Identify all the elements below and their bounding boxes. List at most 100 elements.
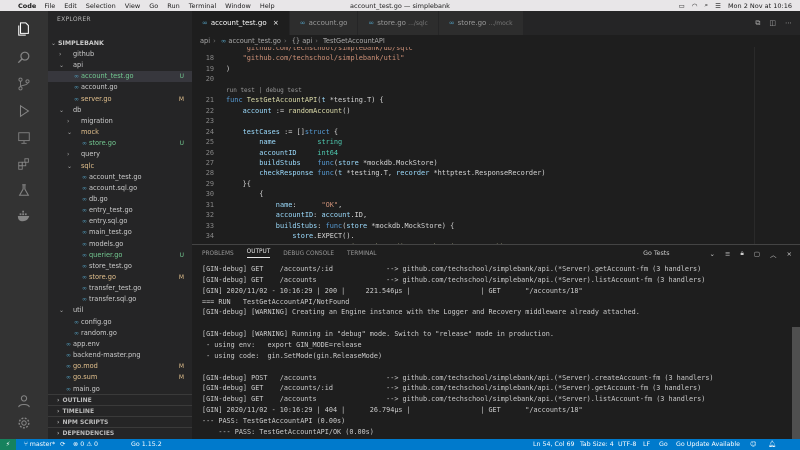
breadcrumb-item[interactable]: {} api	[292, 37, 313, 45]
file-item[interactable]: ∞ db.go	[48, 194, 192, 205]
tab-account-test-go[interactable]: ∞ account_test.go ×	[192, 11, 290, 35]
maximize-panel-icon[interactable]: ︿	[770, 249, 777, 259]
code-editor[interactable]: "github.com/techschool/simplebank/db/sql…	[192, 47, 800, 244]
breadcrumb-item[interactable]: api	[200, 37, 210, 45]
file-item[interactable]: ∞ store.go M	[48, 272, 192, 283]
menu-selection[interactable]: Selection	[86, 2, 116, 10]
folder-item[interactable]: › query	[48, 149, 192, 160]
file-item[interactable]: ∞ transfer_test.go	[48, 283, 192, 294]
close-panel-icon[interactable]: ×	[787, 250, 792, 258]
menu-go[interactable]: Go	[149, 2, 158, 10]
folder-item[interactable]: ⌄ db	[48, 105, 192, 116]
sync-icon[interactable]: ⟳	[60, 439, 65, 450]
settings-gear-icon[interactable]	[12, 413, 36, 433]
file-item[interactable]: ∞ store_test.go	[48, 261, 192, 272]
file-item[interactable]: ∞ querier.go U	[48, 250, 192, 261]
breadcrumb-item[interactable]: account_test.go	[228, 37, 281, 45]
section-outline[interactable]: › OUTLINE	[48, 394, 192, 405]
menu-app-name[interactable]: Code	[18, 2, 36, 10]
menu-edit[interactable]: Edit	[64, 2, 77, 10]
cursor-position[interactable]: Ln 54, Col 69	[533, 439, 575, 450]
chevron-down-icon[interactable]: ⌄	[710, 250, 715, 258]
file-item[interactable]: ∞ go.sum M	[48, 372, 192, 383]
file-item[interactable]: ∞ store.go U	[48, 138, 192, 149]
file-item[interactable]: ∞ server.go M	[48, 94, 192, 105]
problems-indicator[interactable]: ⊗ 0 ⚠ 0	[73, 439, 98, 450]
control-center-icon[interactable]: ☰	[715, 2, 721, 10]
menu-window[interactable]: Window	[225, 2, 251, 10]
project-root-folder[interactable]: ⌄ SIMPLEBANK	[48, 38, 192, 49]
tab-terminal[interactable]: TERMINAL	[347, 251, 376, 257]
run-debug-icon[interactable]	[12, 101, 36, 121]
git-branch[interactable]: ⑂ master*	[24, 439, 55, 450]
output-channel-select[interactable]: Go Tests	[643, 250, 669, 257]
clear-output-icon[interactable]: ≡	[725, 250, 730, 258]
file-item[interactable]: ∞ entry_test.go	[48, 205, 192, 216]
tab-problems[interactable]: PROBLEMS	[202, 251, 234, 257]
file-item[interactable]: ∞ app.env	[48, 339, 192, 350]
account-icon[interactable]	[12, 391, 36, 411]
go-update-available[interactable]: Go Update Available	[676, 439, 740, 450]
explorer-icon[interactable]	[12, 19, 36, 39]
folder-item[interactable]: ⌄ sqlc	[48, 161, 192, 172]
file-item[interactable]: ∞ transfer.sql.go	[48, 294, 192, 305]
notifications-bell-icon[interactable]: 🔔︎	[768, 439, 776, 450]
source-control-icon[interactable]	[12, 74, 36, 94]
codelens-run-debug[interactable]: run test | debug test	[192, 87, 302, 94]
encoding[interactable]: UTF-8	[618, 439, 636, 450]
folder-item[interactable]: ⌄ util	[48, 305, 192, 316]
go-version[interactable]: Go 1.15.2	[131, 439, 162, 450]
wifi-icon[interactable]: ◠	[692, 2, 698, 10]
feedback-icon[interactable]: ☺	[750, 439, 757, 450]
tab-store-go-sqlc[interactable]: ∞ store.go .../sqlc	[358, 11, 439, 35]
search-icon[interactable]: ⌕	[704, 1, 708, 10]
section-dependencies[interactable]: › DEPENDENCIES	[48, 427, 192, 438]
file-item[interactable]: ∞ entry.sql.go	[48, 216, 192, 227]
file-item[interactable]: ∞ main.go	[48, 384, 192, 395]
file-item[interactable]: ∞ account_test.go	[48, 172, 192, 183]
file-item[interactable]: ∞ account.sql.go	[48, 183, 192, 194]
folder-item[interactable]: › github	[48, 49, 192, 60]
file-item[interactable]: ∞ random.go	[48, 328, 192, 339]
split-editor-icon[interactable]: ◫	[769, 19, 776, 27]
tab-account-go[interactable]: ∞ account.go	[289, 11, 359, 35]
line-ending[interactable]: LF	[643, 439, 650, 450]
menu-view[interactable]: View	[125, 2, 140, 10]
file-item[interactable]: ∞ main_test.go	[48, 227, 192, 238]
close-icon[interactable]: ×	[273, 19, 279, 27]
tab-output[interactable]: OUTPUT	[246, 249, 271, 258]
section-timeline[interactable]: › TIMELINE	[48, 405, 192, 416]
tab-store-go-mock[interactable]: ∞ store.go .../mock	[438, 11, 524, 35]
breadcrumb-item[interactable]: TestGetAccountAPI	[323, 37, 385, 45]
more-actions-icon[interactable]: ⋯	[785, 19, 792, 27]
tab-size[interactable]: Tab Size: 4	[580, 439, 614, 450]
search-icon[interactable]	[12, 47, 36, 67]
extensions-icon[interactable]	[12, 154, 36, 174]
menu-help[interactable]: Help	[260, 2, 275, 10]
testing-flask-icon[interactable]	[12, 180, 36, 200]
menu-run[interactable]: Run	[167, 2, 179, 10]
file-item[interactable]: ∞ models.go	[48, 239, 192, 250]
docker-icon[interactable]	[12, 206, 36, 226]
open-in-editor-icon[interactable]: ▢	[754, 250, 760, 258]
battery-icon[interactable]: ▭	[679, 2, 685, 10]
remote-indicator-icon[interactable]: ⚡	[0, 439, 16, 450]
minimap[interactable]	[754, 47, 800, 244]
menu-file[interactable]: File	[44, 2, 55, 10]
tab-debug-console[interactable]: DEBUG CONSOLE	[283, 251, 334, 257]
folder-item[interactable]: › migration	[48, 116, 192, 127]
file-item[interactable]: ∞ go.mod M	[48, 361, 192, 372]
lock-icon[interactable]: 🔒︎	[740, 249, 743, 258]
language-mode[interactable]: Go	[659, 439, 668, 450]
open-changes-icon[interactable]: ⧉	[755, 19, 760, 28]
file-item[interactable]: ∞ backend-master.png	[48, 350, 192, 361]
folder-item[interactable]: ⌄ mock	[48, 127, 192, 138]
menu-terminal[interactable]: Terminal	[189, 2, 216, 10]
clock[interactable]: Mon 2 Nov at 10:16	[728, 2, 792, 10]
file-item[interactable]: ∞ config.go	[48, 317, 192, 328]
panel-scrollbar[interactable]	[792, 327, 800, 439]
file-item[interactable]: ∞ account_test.go U	[48, 71, 192, 83]
file-item[interactable]: ∞ account.go	[48, 82, 192, 93]
folder-item[interactable]: ⌄ api	[48, 60, 192, 71]
section-npm-scripts[interactable]: › NPM SCRIPTS	[48, 416, 192, 427]
